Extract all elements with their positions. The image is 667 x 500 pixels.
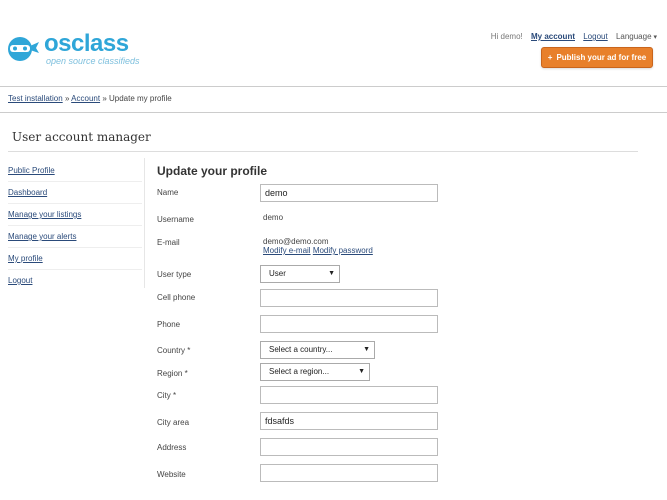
user-type-value: User [269,269,286,278]
logo-tagline: open source classifieds [46,56,140,66]
breadcrumb-home-link[interactable]: Test installation [8,94,63,103]
sidebar-item-logout: Logout [8,270,142,291]
page-title: User account manager [12,130,151,144]
email-links: Modify e-mail Modify password [263,246,373,255]
sidebar-divider [144,158,145,288]
sidebar-link-my-profile[interactable]: My profile [8,254,43,263]
email-value: demo@demo.com [263,237,329,246]
cell-phone-input[interactable] [260,289,438,307]
name-input[interactable] [260,184,438,202]
city-area-label: City area [157,418,190,427]
website-input[interactable] [260,464,438,482]
plus-icon: + [547,53,553,62]
username-label: Username [157,215,194,224]
username-value: demo [263,213,284,222]
greeting-text: Hi demo! [490,32,523,41]
top-links: Hi demo! My account Logout Language [485,32,657,41]
sidebar-item-my-profile: My profile [8,248,142,270]
sidebar-link-manage-alerts[interactable]: Manage your alerts [8,232,76,241]
dropdown-arrow-icon: ▼ [358,368,365,375]
country-value: Select a country... [269,345,333,354]
address-input[interactable] [260,438,438,456]
website-label: Website [157,470,186,479]
sidebar-item-manage-listings: Manage your listings [8,204,142,226]
phone-label: Phone [157,320,181,329]
sidebar-link-dashboard[interactable]: Dashboard [8,188,47,197]
user-type-label: User type [157,270,192,279]
sidebar-link-manage-listings[interactable]: Manage your listings [8,210,81,219]
form-title: Update your profile [157,164,268,178]
publish-ad-label: Publish your ad for free [556,53,647,62]
language-dropdown[interactable]: Language [616,32,657,41]
logo-mask-icon [8,37,39,61]
sidebar-item-dashboard: Dashboard [8,182,142,204]
sidebar-menu: Public Profile Dashboard Manage your lis… [8,160,142,291]
address-label: Address [157,443,187,452]
breadcrumb-separator: » [102,94,107,103]
sidebar-item-manage-alerts: Manage your alerts [8,226,142,248]
region-select[interactable]: Select a region... ▼ [260,363,370,381]
user-type-select[interactable]: User ▼ [260,265,340,283]
dropdown-arrow-icon: ▼ [363,346,370,353]
modify-email-link[interactable]: Modify e-mail [263,246,311,255]
email-label: E-mail [157,238,180,247]
publish-ad-button[interactable]: + Publish your ad for free [541,47,653,68]
header-divider [0,86,667,87]
country-label: Country * [157,346,191,355]
modify-password-link[interactable]: Modify password [313,246,373,255]
breadcrumb: Test installation » Account » Update my … [8,94,172,103]
logout-link[interactable]: Logout [583,32,607,41]
region-label: Region * [157,369,188,378]
phone-input[interactable] [260,315,438,333]
cell-phone-label: Cell phone [157,293,196,302]
city-input[interactable] [260,386,438,404]
breadcrumb-divider [0,112,667,113]
sidebar-item-public-profile: Public Profile [8,160,142,182]
city-label: City * [157,391,177,400]
breadcrumb-current: Update my profile [109,94,172,103]
logo-text: osclass [44,30,129,57]
region-value: Select a region... [269,367,330,376]
title-divider [8,151,638,152]
breadcrumb-separator: » [64,94,70,103]
city-area-input[interactable] [260,412,438,430]
sidebar-link-logout[interactable]: Logout [8,276,32,285]
country-select[interactable]: Select a country... ▼ [260,341,375,359]
my-account-link[interactable]: My account [531,32,575,41]
breadcrumb-account-link[interactable]: Account [71,94,100,103]
name-label: Name [157,188,179,197]
dropdown-arrow-icon: ▼ [328,270,335,277]
sidebar-link-public-profile[interactable]: Public Profile [8,166,55,175]
